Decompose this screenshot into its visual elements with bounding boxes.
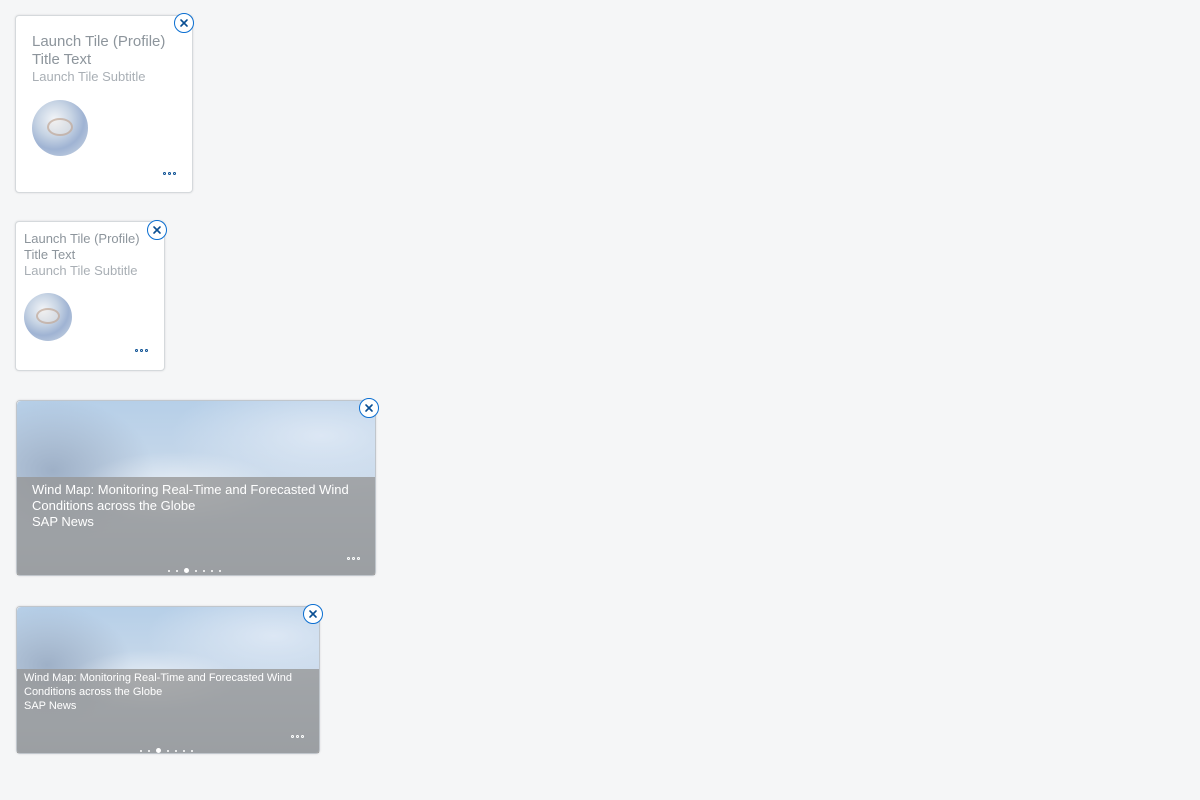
more-options-button[interactable] — [135, 349, 148, 352]
tile-subtitle: Launch Tile Subtitle — [32, 69, 146, 84]
page-dot[interactable] — [203, 569, 205, 572]
news-pagination[interactable] — [140, 748, 193, 753]
page-dot-active[interactable] — [156, 748, 161, 753]
more-options-button[interactable] — [291, 735, 304, 738]
news-source: SAP News — [32, 514, 94, 529]
page-dot[interactable] — [176, 569, 178, 572]
page-dot[interactable] — [183, 749, 185, 752]
news-headline: Wind Map: Monitoring Real-Time and Forec… — [24, 672, 292, 698]
news-source: SAP News — [24, 700, 77, 712]
page-dot[interactable] — [168, 569, 170, 572]
close-icon — [365, 404, 373, 412]
page-dot[interactable] — [140, 749, 142, 752]
close-button[interactable] — [303, 604, 323, 624]
page-dot[interactable] — [211, 569, 213, 572]
avatar — [24, 293, 72, 341]
page-dot[interactable] — [175, 749, 177, 752]
news-tile-large[interactable]: Wind Map: Monitoring Real-Time and Forec… — [16, 398, 379, 576]
close-button[interactable] — [359, 398, 379, 418]
page-dot[interactable] — [219, 569, 221, 572]
page-dot[interactable] — [195, 569, 197, 572]
profile-launch-tile-large[interactable]: Launch Tile (Profile) Title Text Launch … — [15, 13, 194, 193]
news-pagination[interactable] — [168, 568, 221, 573]
close-button[interactable] — [147, 220, 167, 240]
page-dot[interactable] — [167, 749, 169, 752]
tile-subtitle: Launch Tile Subtitle — [24, 263, 138, 278]
news-headline: Wind Map: Monitoring Real-Time and Forec… — [32, 482, 349, 514]
tile-title: Launch Tile (Profile) Title Text — [24, 231, 140, 262]
news-tile-small[interactable]: Wind Map: Monitoring Real-Time and Forec… — [16, 604, 323, 754]
more-options-button[interactable] — [347, 557, 360, 560]
tile-title: Launch Tile (Profile) Title Text — [32, 33, 166, 68]
avatar — [32, 100, 88, 156]
more-options-button[interactable] — [163, 172, 176, 175]
page-dot-active[interactable] — [184, 568, 189, 573]
close-icon — [309, 610, 317, 618]
page-dot[interactable] — [148, 749, 150, 752]
close-button[interactable] — [174, 13, 194, 33]
close-icon — [153, 226, 161, 234]
page-dot[interactable] — [191, 749, 193, 752]
close-icon — [180, 19, 188, 27]
profile-launch-tile-small[interactable]: Launch Tile (Profile) Title Text Launch … — [15, 220, 167, 371]
